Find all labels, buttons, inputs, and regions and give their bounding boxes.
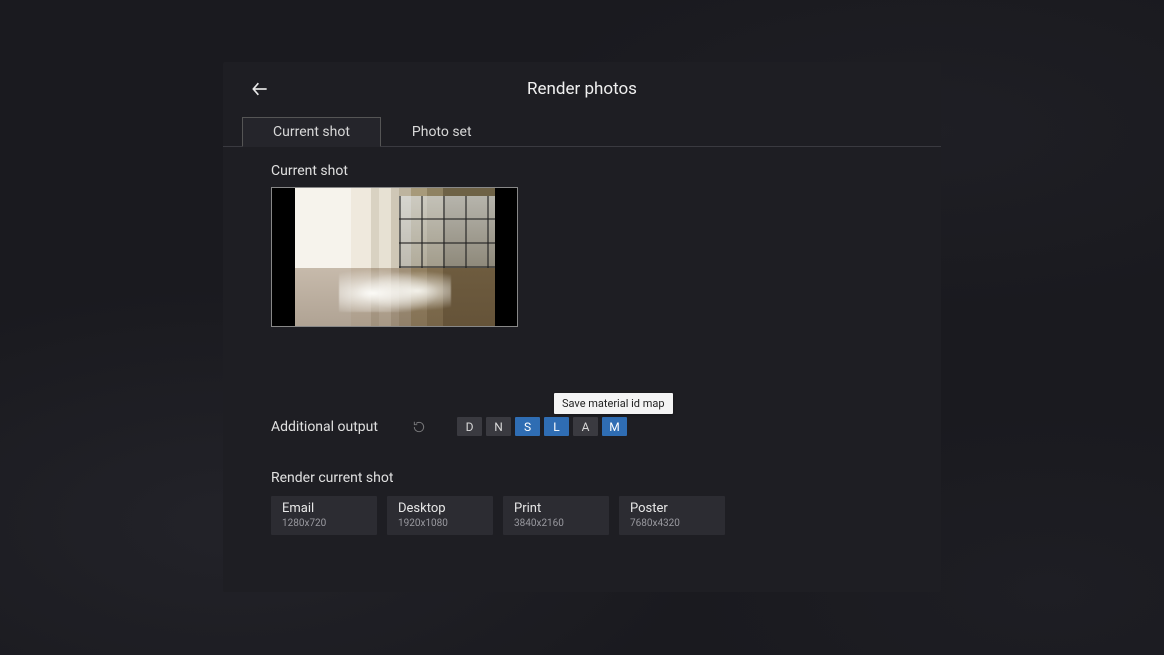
tab-label: Current shot <box>273 124 350 140</box>
tab-photo-set[interactable]: Photo set <box>381 117 503 147</box>
additional-output-label: Additional output <box>271 419 381 435</box>
additional-output-row: Additional output D N S L A M Save mater… <box>271 417 893 436</box>
panel-header: Render photos <box>223 62 941 116</box>
render-option-title: Print <box>514 501 598 517</box>
output-chip-a[interactable]: A <box>573 417 598 436</box>
panel-content: Current shot Additional output D N S L A… <box>223 147 941 555</box>
render-option-poster[interactable]: Poster 7680x4320 <box>619 496 725 535</box>
reset-icon <box>412 420 426 434</box>
output-chip-n[interactable]: N <box>486 417 511 436</box>
output-chip-s[interactable]: S <box>515 417 540 436</box>
render-option-print[interactable]: Print 3840x2160 <box>503 496 609 535</box>
render-option-resolution: 3840x2160 <box>514 518 598 530</box>
render-photos-panel: Render photos Current shot Photo set Cur… <box>223 62 941 592</box>
output-chip-d[interactable]: D <box>457 417 482 436</box>
render-option-title: Desktop <box>398 501 482 517</box>
render-option-desktop[interactable]: Desktop 1920x1080 <box>387 496 493 535</box>
render-option-title: Email <box>282 501 366 517</box>
chip-tooltip: Save material id map <box>554 393 673 414</box>
render-current-shot-label: Render current shot <box>271 470 893 486</box>
panel-title: Render photos <box>527 79 637 99</box>
current-shot-label: Current shot <box>271 163 893 179</box>
additional-output-reset-button[interactable] <box>411 419 427 435</box>
back-button[interactable] <box>249 78 271 100</box>
tab-label: Photo set <box>412 124 472 140</box>
shot-image <box>295 188 495 326</box>
tab-bar: Current shot Photo set <box>223 116 941 147</box>
render-option-resolution: 1280x720 <box>282 518 366 530</box>
render-option-title: Poster <box>630 501 714 517</box>
tab-current-shot[interactable]: Current shot <box>242 117 381 147</box>
output-chip-m[interactable]: M <box>602 417 627 436</box>
render-option-resolution: 1920x1080 <box>398 518 482 530</box>
arrow-left-icon <box>250 79 270 99</box>
render-options-row: Email 1280x720 Desktop 1920x1080 Print 3… <box>271 496 893 535</box>
current-shot-thumbnail[interactable] <box>271 187 518 327</box>
render-option-resolution: 7680x4320 <box>630 518 714 530</box>
output-chip-l[interactable]: L <box>544 417 569 436</box>
render-option-email[interactable]: Email 1280x720 <box>271 496 377 535</box>
additional-output-chips: D N S L A M <box>457 417 627 436</box>
